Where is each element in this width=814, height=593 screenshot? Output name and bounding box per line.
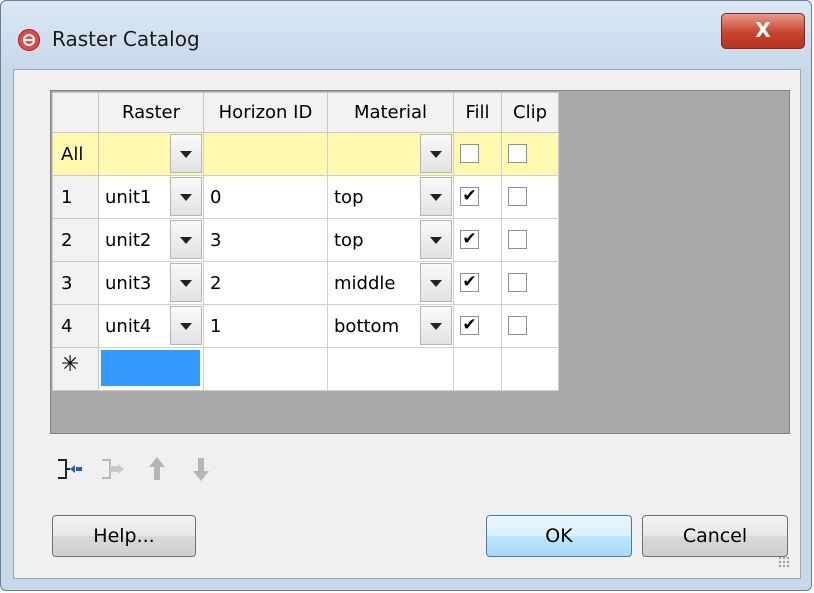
fill-checkbox[interactable]: [460, 144, 479, 163]
raster-value: unit2: [105, 230, 152, 251]
material-value: top: [334, 230, 364, 251]
raster-cell[interactable]: unit3: [98, 261, 204, 305]
fill-checkbox[interactable]: ✔: [460, 273, 479, 292]
dropdown-arrow-icon[interactable]: [170, 306, 202, 345]
new-row-asterisk-icon: ✳: [61, 352, 80, 377]
window-title: Raster Catalog: [52, 27, 200, 51]
title-bar[interactable]: Raster Catalog X: [1, 1, 813, 69]
row-header[interactable]: 3: [52, 261, 99, 305]
help-button[interactable]: Help...: [52, 515, 196, 557]
material-cell[interactable]: top: [327, 175, 454, 219]
all-material-cell[interactable]: [327, 132, 454, 176]
table-row: 3 unit3 2 middle ✔: [52, 261, 559, 305]
move-down-icon[interactable]: [184, 452, 218, 486]
column-header-fill[interactable]: Fill: [453, 92, 502, 133]
selected-cell-highlight: [101, 350, 200, 386]
horizon-id-value: 3: [210, 230, 222, 251]
raster-grid: Raster Horizon ID Material Fill Clip All…: [52, 92, 559, 391]
column-header-horizon-id[interactable]: Horizon ID: [203, 92, 328, 133]
clip-checkbox[interactable]: [508, 316, 527, 335]
dropdown-arrow-icon[interactable]: [420, 220, 452, 259]
all-row: All: [52, 132, 559, 176]
raster-value: unit4: [105, 316, 152, 337]
ok-button[interactable]: OK: [486, 515, 632, 557]
dropdown-arrow-icon[interactable]: [420, 177, 452, 216]
all-clip-cell: [501, 132, 559, 176]
clip-checkbox[interactable]: [508, 187, 527, 206]
row-header[interactable]: 1: [52, 175, 99, 219]
clip-checkbox[interactable]: [508, 230, 527, 249]
dropdown-arrow-icon[interactable]: [420, 306, 452, 345]
new-raster-cell[interactable]: [98, 347, 204, 391]
clip-cell: [501, 304, 559, 348]
new-row: ✳: [52, 347, 559, 391]
dropdown-arrow-icon[interactable]: [170, 134, 202, 173]
fill-checkbox[interactable]: ✔: [460, 316, 479, 335]
all-raster-cell[interactable]: [98, 132, 204, 176]
move-up-icon[interactable]: [140, 452, 174, 486]
material-value: top: [334, 187, 364, 208]
fill-cell: ✔: [453, 261, 502, 305]
material-cell[interactable]: top: [327, 218, 454, 262]
new-fill-cell[interactable]: [453, 347, 502, 391]
dropdown-arrow-icon[interactable]: [170, 220, 202, 259]
row-label: All: [61, 143, 84, 165]
dropdown-arrow-icon[interactable]: [170, 177, 202, 216]
material-value: bottom: [334, 316, 400, 337]
material-cell[interactable]: middle: [327, 261, 454, 305]
all-fill-cell: [453, 132, 502, 176]
column-header-material[interactable]: Material: [327, 92, 454, 133]
new-horizon-id-cell[interactable]: [203, 347, 328, 391]
row-header-all[interactable]: All: [52, 132, 99, 176]
clip-checkbox[interactable]: [508, 144, 527, 163]
row-header[interactable]: 2: [52, 218, 99, 262]
fill-checkbox[interactable]: ✔: [460, 230, 479, 249]
raster-cell[interactable]: unit2: [98, 218, 204, 262]
all-horizon-id-cell[interactable]: [203, 132, 328, 176]
material-cell[interactable]: bottom: [327, 304, 454, 348]
clip-cell: [501, 261, 559, 305]
horizon-id-value: 0: [210, 187, 222, 208]
horizon-id-cell[interactable]: 2: [203, 261, 328, 305]
clip-cell: [501, 218, 559, 262]
remove-row-icon[interactable]: [96, 452, 130, 486]
close-button[interactable]: X: [721, 13, 805, 49]
fill-cell: ✔: [453, 218, 502, 262]
new-material-cell[interactable]: [327, 347, 454, 391]
raster-value: unit1: [105, 187, 152, 208]
raster-cell[interactable]: unit4: [98, 304, 204, 348]
dropdown-arrow-icon[interactable]: [420, 134, 452, 173]
resize-grip-icon[interactable]: [778, 556, 790, 568]
horizon-id-cell[interactable]: 1: [203, 304, 328, 348]
table-row: 1 unit1 0 top ✔: [52, 175, 559, 219]
raster-value: unit3: [105, 273, 152, 294]
grid-corner[interactable]: [52, 92, 99, 133]
horizon-id-value: 2: [210, 273, 222, 294]
fill-cell: ✔: [453, 304, 502, 348]
fill-checkbox[interactable]: ✔: [460, 187, 479, 206]
material-value: middle: [334, 273, 396, 294]
add-row-icon[interactable]: [52, 452, 86, 486]
horizon-id-value: 1: [210, 316, 222, 337]
column-header-raster[interactable]: Raster: [98, 92, 204, 133]
column-header-clip[interactable]: Clip: [501, 92, 559, 133]
cancel-button[interactable]: Cancel: [642, 515, 788, 557]
clip-cell: [501, 175, 559, 219]
clip-checkbox[interactable]: [508, 273, 527, 292]
app-logo-icon: [18, 29, 40, 51]
table-row: 4 unit4 1 bottom ✔: [52, 304, 559, 348]
dropdown-arrow-icon[interactable]: [420, 263, 452, 302]
new-row-header[interactable]: ✳: [52, 347, 99, 391]
dropdown-arrow-icon[interactable]: [170, 263, 202, 302]
horizon-id-cell[interactable]: 0: [203, 175, 328, 219]
horizon-id-cell[interactable]: 3: [203, 218, 328, 262]
row-header[interactable]: 4: [52, 304, 99, 348]
new-clip-cell[interactable]: [501, 347, 559, 391]
table-row: 2 unit2 3 top ✔: [52, 218, 559, 262]
fill-cell: ✔: [453, 175, 502, 219]
raster-cell[interactable]: unit1: [98, 175, 204, 219]
